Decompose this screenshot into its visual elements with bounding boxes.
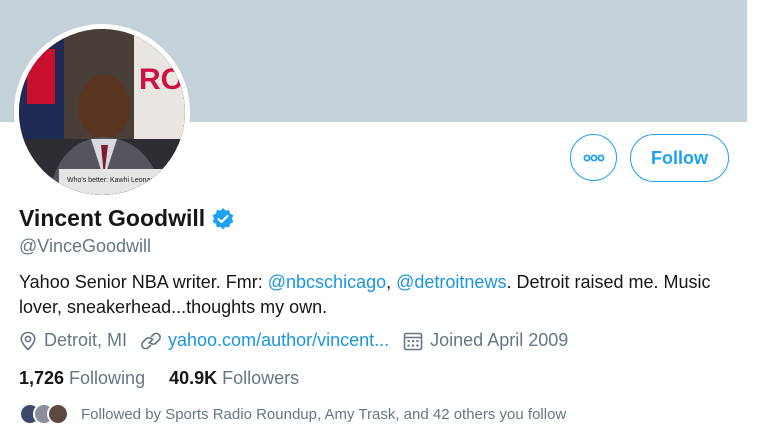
more-dots-icon — [583, 154, 604, 161]
profile-name: Vincent Goodwill — [19, 205, 206, 231]
follow-counts: 1,726 Following 40.9K Followers — [19, 368, 323, 389]
website[interactable]: yahoo.com/author/vincent... — [141, 330, 389, 351]
bio-separator: , — [386, 272, 397, 292]
followers-count-link[interactable]: 40.9K Followers — [169, 368, 299, 389]
avatar[interactable]: RO Who's better: Kawhi Leonard o — [19, 29, 185, 195]
more-options-button[interactable] — [570, 134, 617, 181]
profile-handle: @VinceGoodwill — [19, 236, 152, 256]
profile-name-row: Vincent Goodwill — [19, 205, 235, 232]
location: Detroit, MI — [19, 330, 127, 351]
following-count: 1,726 — [19, 368, 65, 388]
verified-badge-icon — [211, 207, 235, 231]
followers-count: 40.9K — [169, 368, 218, 388]
profile-bio: Yahoo Senior NBA writer. Fmr: @nbcschica… — [19, 270, 739, 320]
bio-mention-nbcschicago[interactable]: @nbcschicago — [268, 272, 386, 292]
following-label: Following — [69, 368, 146, 388]
calendar-icon — [403, 332, 423, 350]
location-pin-icon — [20, 331, 36, 351]
followers-label: Followers — [222, 368, 300, 388]
bio-mention-detroitnews[interactable]: @detroitnews — [396, 272, 506, 292]
profile-meta: Detroit, MI yahoo.com/author/vincent... … — [19, 330, 582, 351]
followed-by[interactable]: Followed by Sports Radio Roundup, Amy Tr… — [19, 403, 566, 425]
joined-date: Joined April 2009 — [403, 330, 568, 351]
follower-avatar — [47, 403, 69, 425]
bio-prefix: Yahoo Senior NBA writer. Fmr: — [19, 272, 268, 292]
page-edge — [747, 0, 775, 425]
website-link[interactable]: yahoo.com/author/vincent... — [168, 330, 389, 351]
link-icon — [141, 332, 161, 349]
followed-by-text: Followed by Sports Radio Roundup, Amy Tr… — [81, 405, 567, 423]
location-text: Detroit, MI — [44, 330, 128, 350]
joined-text: Joined April 2009 — [430, 330, 569, 350]
following-count-link[interactable]: 1,726 Following — [19, 368, 145, 389]
follow-button[interactable]: Follow — [630, 134, 729, 182]
